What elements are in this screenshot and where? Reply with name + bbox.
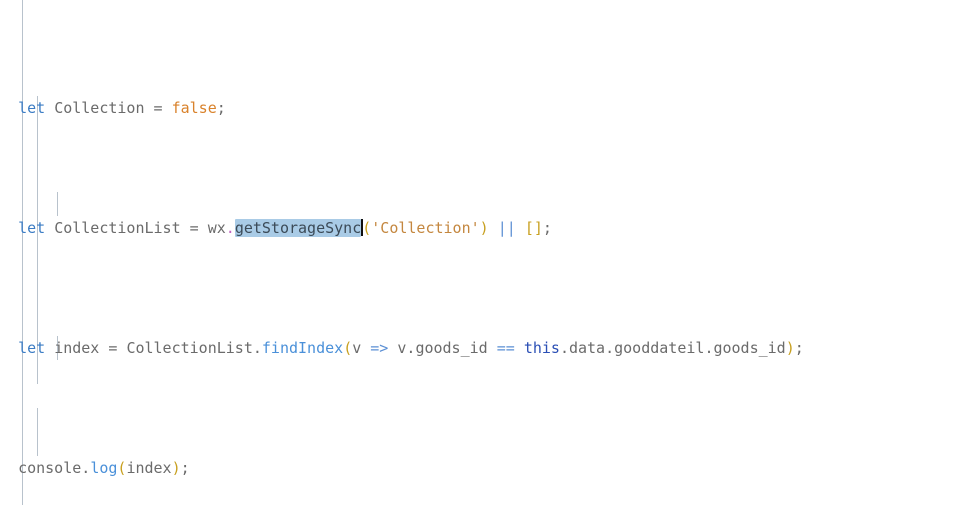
identifier-index: index	[54, 339, 100, 357]
identifier-collection-list: CollectionList	[126, 339, 253, 357]
code-content[interactable]: let Collection = false; let CollectionLi…	[0, 0, 960, 525]
code-line[interactable]: let Collection = false;	[0, 96, 960, 120]
literal-false: false	[171, 99, 217, 117]
dot: .	[252, 339, 262, 357]
code-line[interactable]: console.log(index);	[0, 456, 960, 480]
selected-token-get-storage-sync[interactable]: getStorageSync	[234, 219, 362, 237]
function-find-index: findIndex	[261, 339, 344, 357]
semicolon: ;	[542, 219, 552, 237]
operator-assign: =	[153, 99, 163, 117]
property-gooddateil: gooddateil	[614, 339, 705, 357]
operator-arrow: =>	[370, 339, 389, 357]
property-data: data	[568, 339, 606, 357]
semicolon: ;	[216, 99, 226, 117]
keyword-this: this	[523, 339, 560, 357]
keyword-let: let	[18, 219, 46, 237]
code-line-selected[interactable]: let CollectionList = wx.getStorageSync('…	[0, 216, 960, 240]
param-v: v	[352, 339, 362, 357]
identifier-index: index	[126, 459, 172, 477]
operator-equals: ==	[496, 339, 515, 357]
identifier-console: console	[18, 459, 82, 477]
code-line[interactable]: let index = CollectionList.findIndex(v =…	[0, 336, 960, 360]
dot: .	[225, 219, 235, 237]
identifier-collection: Collection	[54, 99, 145, 117]
identifier-wx: wx	[207, 219, 226, 237]
operator-or: ||	[497, 219, 516, 237]
identifier-collection-list: CollectionList	[54, 219, 181, 237]
property-goods-id: goods_id	[713, 339, 786, 357]
keyword-let: let	[18, 339, 46, 357]
function-log: log	[90, 459, 118, 477]
code-editor[interactable]: let Collection = false; let CollectionLi…	[0, 0, 960, 525]
keyword-let: let	[18, 99, 46, 117]
semicolon: ;	[794, 339, 804, 357]
operator-assign: =	[189, 219, 199, 237]
empty-array: []	[524, 219, 543, 237]
string-collection: 'Collection'	[371, 219, 480, 237]
semicolon: ;	[180, 459, 190, 477]
property-goods-id: goods_id	[415, 339, 488, 357]
